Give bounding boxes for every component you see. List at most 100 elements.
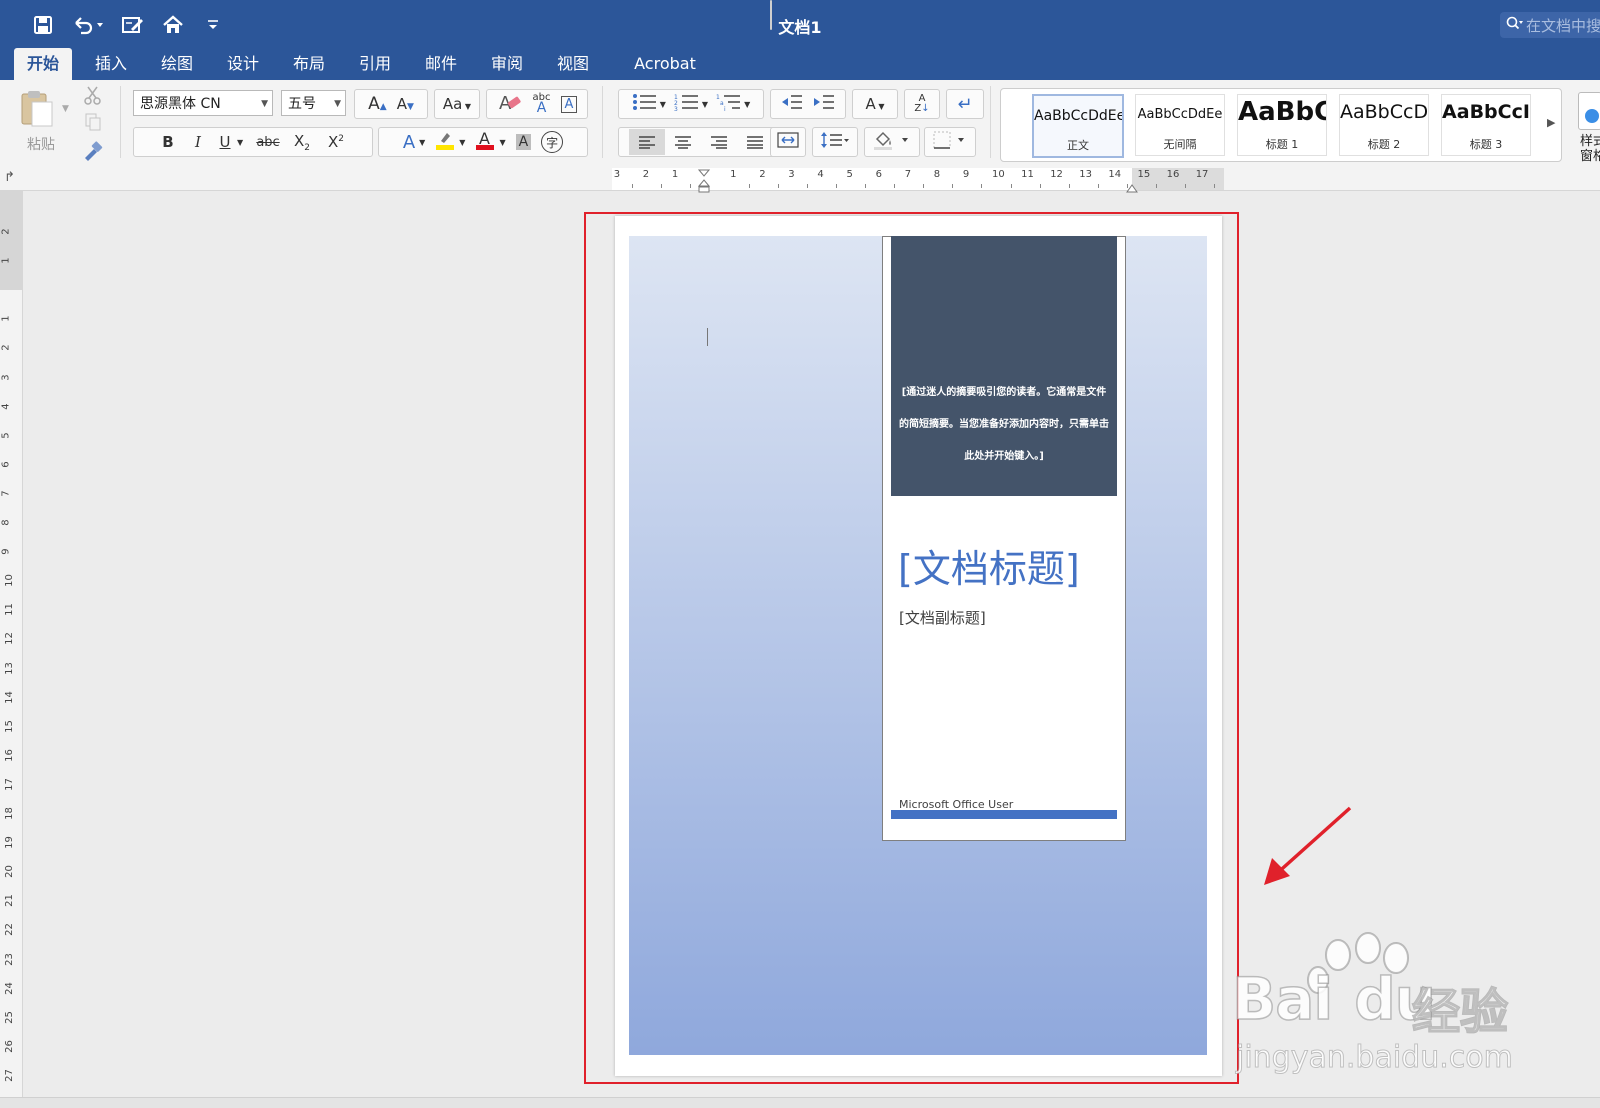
ruler-tick <box>835 184 837 188</box>
align-left-icon[interactable] <box>629 129 665 155</box>
bold-button[interactable]: B <box>153 133 183 151</box>
align-right-icon[interactable] <box>701 135 737 149</box>
ruler-tick-label: 5 <box>846 169 853 180</box>
ruler-tick-label: 17 <box>3 778 15 791</box>
cut-icon[interactable] <box>82 84 104 106</box>
multilevel-list-icon[interactable]: 1ai <box>716 93 742 115</box>
font-size-value: 五号 <box>288 96 316 112</box>
ruler-tick-label: 6 <box>0 461 12 468</box>
highlight-icon[interactable] <box>435 129 455 155</box>
ruler-tick-label: 15 <box>3 719 15 733</box>
line-spacing-icon <box>820 131 850 153</box>
subscript-button[interactable]: X2 <box>285 132 319 153</box>
styles-pane-label[interactable]: 样式 窗格 <box>1580 134 1600 164</box>
chevron-down-icon[interactable]: ▼ <box>660 100 666 109</box>
decrease-indent-icon[interactable] <box>780 93 804 115</box>
indent-group <box>770 89 846 119</box>
chevron-down-icon[interactable]: ▼ <box>702 100 708 109</box>
chevron-down-icon[interactable]: ▼ <box>744 100 750 109</box>
text-effects-icon[interactable]: A <box>403 132 415 153</box>
tab-layout[interactable]: 布局 <box>280 48 338 80</box>
ruler-tick-label: 22 <box>3 923 15 937</box>
tab-view[interactable]: 视图 <box>544 48 602 80</box>
ruler-tick-label: 16 <box>1166 169 1180 180</box>
font-size-select[interactable]: 五号 ▼ <box>281 90 346 116</box>
style-heading-3[interactable]: AaBbCcI 标题 3 <box>1441 94 1531 156</box>
enclose-char-icon[interactable]: 字 <box>541 131 564 153</box>
shrink-font-icon[interactable]: A▼ <box>397 95 414 113</box>
copy-icon[interactable] <box>83 112 103 132</box>
ruler-tick <box>777 184 779 188</box>
ruler-tick-label: 9 <box>962 169 970 180</box>
font-color-icon[interactable]: A <box>475 129 495 155</box>
superscript-button[interactable]: X2 <box>319 133 353 151</box>
tab-mailings[interactable]: 邮件 <box>412 48 470 80</box>
tab-references[interactable]: 引用 <box>346 48 404 80</box>
tab-draw[interactable]: 绘图 <box>148 48 206 80</box>
char-shading-icon[interactable]: A <box>515 134 532 150</box>
tab-home[interactable]: 开始 <box>14 48 72 80</box>
search-box[interactable]: 在文档中搜 <box>1500 12 1600 38</box>
style-label: 无间隔 <box>1163 138 1197 151</box>
font-name-select[interactable]: 思源黑体 CN ▼ <box>133 90 273 116</box>
strikethrough-button[interactable]: abc <box>251 135 285 150</box>
borders-button[interactable] <box>924 127 976 157</box>
shading-button[interactable] <box>864 127 920 157</box>
ruler-tick-label: 12 <box>3 632 15 646</box>
numbering-icon[interactable]: 123 <box>674 93 700 115</box>
clear-formatting-icon[interactable]: A <box>497 91 523 117</box>
ribbon-separator <box>602 86 603 158</box>
ruler-tick-label: 26 <box>3 1039 15 1053</box>
style-heading-2[interactable]: AaBbCcD 标题 2 <box>1339 94 1429 156</box>
ruler-tick-label: 2 <box>759 169 766 180</box>
ruler-tick-label: 18 <box>3 807 15 820</box>
ruler-tick-label: 3 <box>788 169 795 180</box>
sort-button[interactable]: A Z↓ <box>904 89 940 119</box>
tab-design[interactable]: 设计 <box>214 48 272 80</box>
chevron-down-icon[interactable]: ▼ <box>459 138 465 147</box>
ruler-tick-label: 15 <box>1137 169 1151 180</box>
style-no-spacing[interactable]: AaBbCcDdEe 无间隔 <box>1135 94 1225 156</box>
chevron-down-icon[interactable]: ▼ <box>499 138 505 147</box>
format-painter-icon[interactable] <box>82 140 104 162</box>
align-center-icon[interactable] <box>665 135 701 149</box>
distributed-button[interactable] <box>770 127 806 157</box>
svg-text:i: i <box>724 106 726 111</box>
bullets-icon[interactable] <box>632 93 658 115</box>
ruler-tick-label: 8 <box>933 169 941 180</box>
styles-pane-icon[interactable] <box>1578 92 1600 130</box>
underline-button[interactable]: U <box>213 133 237 151</box>
style-normal[interactable]: AaBbCcDdEe 正文 <box>1032 94 1124 158</box>
ruler-tick <box>923 184 925 188</box>
chevron-down-icon[interactable]: ▼ <box>237 138 251 147</box>
tab-insert[interactable]: 插入 <box>82 48 140 80</box>
ruler-tick <box>981 184 983 188</box>
italic-button[interactable]: I <box>183 133 213 151</box>
text-direction-icon: A ▼ <box>865 95 885 113</box>
paste-icon[interactable] <box>18 88 58 128</box>
style-heading-1[interactable]: AaBbC 标题 1 <box>1237 94 1327 156</box>
show-marks-button[interactable]: ↵ <box>946 89 984 119</box>
style-sample: AaBbCcD <box>1340 101 1428 123</box>
grow-font-icon[interactable]: A▲ <box>368 94 387 114</box>
text-direction-button[interactable]: A ▼ <box>852 89 898 119</box>
distributed-align-button[interactable] <box>770 0 772 30</box>
ruler-tick-label: 6 <box>875 169 882 180</box>
ruler-tick-label: 20 <box>3 865 15 879</box>
tab-review[interactable]: 审阅 <box>478 48 536 80</box>
phonetic-guide-icon[interactable]: abc A <box>533 93 551 116</box>
justify-icon[interactable] <box>737 135 773 149</box>
paste-dropdown-icon[interactable]: ▼ <box>62 104 69 114</box>
paste-label: 粘贴 <box>27 137 55 153</box>
tab-acrobat[interactable]: Acrobat <box>620 48 710 80</box>
font-effects-group: A ▼ ▼ A ▼ A 字 <box>378 127 588 157</box>
gallery-next-icon[interactable]: ▶ <box>1547 116 1555 129</box>
ruler-tick-label: 17 <box>1195 169 1209 180</box>
chevron-down-icon[interactable]: ▼ <box>419 138 425 147</box>
ruler-tick-label: 2 <box>0 344 12 352</box>
change-case-button[interactable]: Aa ▼ <box>434 89 480 119</box>
line-spacing-button[interactable] <box>812 127 858 157</box>
increase-indent-icon[interactable] <box>812 93 836 115</box>
char-border-icon[interactable]: A <box>560 95 578 113</box>
style-label: 标题 3 <box>1469 138 1503 151</box>
